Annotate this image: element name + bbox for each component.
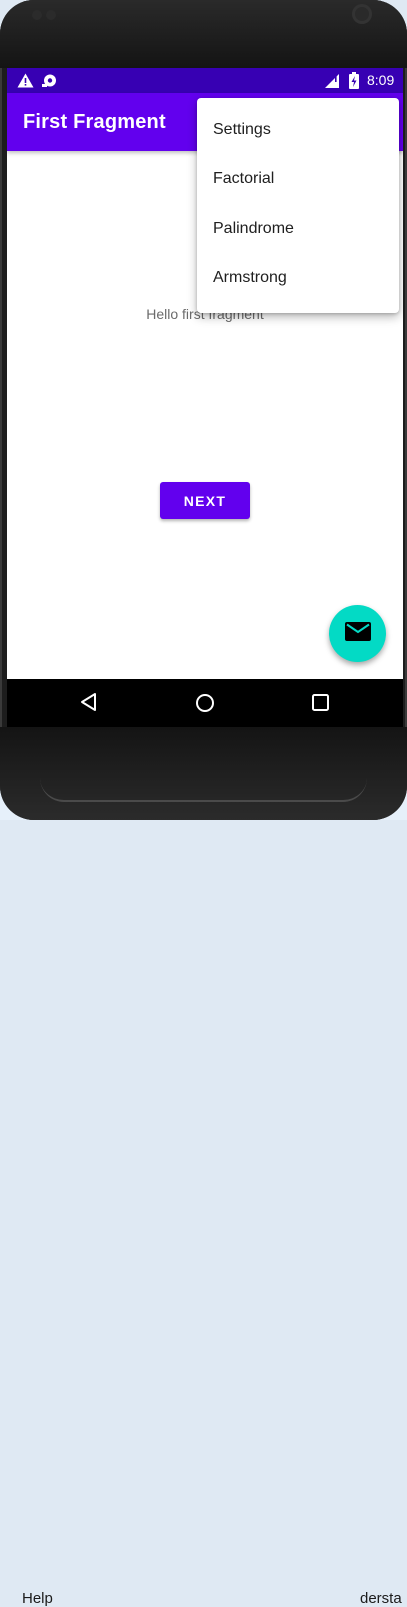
background-text-right: dersta xyxy=(360,1590,402,1607)
phone-chin-edge xyxy=(40,778,367,802)
home-icon[interactable] xyxy=(195,693,215,718)
battery-charging-icon xyxy=(349,72,359,94)
sync-icon xyxy=(42,73,58,93)
menu-item-palindrome[interactable]: Palindrome xyxy=(197,205,399,253)
phone-frame: 8:09 First Fragment Hello first fragment… xyxy=(0,0,407,820)
email-fab-button[interactable] xyxy=(329,605,386,662)
menu-item-factorial[interactable]: Factorial xyxy=(197,155,399,203)
overflow-menu: Settings Factorial Palindrome Armstrong xyxy=(197,98,399,313)
app-bar-title: First Fragment xyxy=(23,111,166,133)
status-time: 8:09 xyxy=(367,72,395,88)
signal-icon xyxy=(325,74,340,93)
speaker-dot xyxy=(32,10,42,20)
speaker-dot xyxy=(46,10,56,20)
status-bar: 8:09 xyxy=(7,68,403,93)
next-button[interactable]: NEXT xyxy=(160,482,250,519)
recents-icon[interactable] xyxy=(312,694,329,716)
menu-item-armstrong[interactable]: Armstrong xyxy=(197,254,399,302)
background-text-left: Help xyxy=(22,1590,53,1607)
warning-icon xyxy=(17,73,34,93)
menu-item-settings[interactable]: Settings xyxy=(197,106,399,154)
back-icon[interactable] xyxy=(79,692,99,717)
email-icon xyxy=(344,621,371,646)
phone-chin xyxy=(0,727,407,820)
front-camera xyxy=(352,4,372,24)
navigation-bar xyxy=(7,679,403,727)
device-screen: 8:09 First Fragment Hello first fragment… xyxy=(7,68,403,727)
